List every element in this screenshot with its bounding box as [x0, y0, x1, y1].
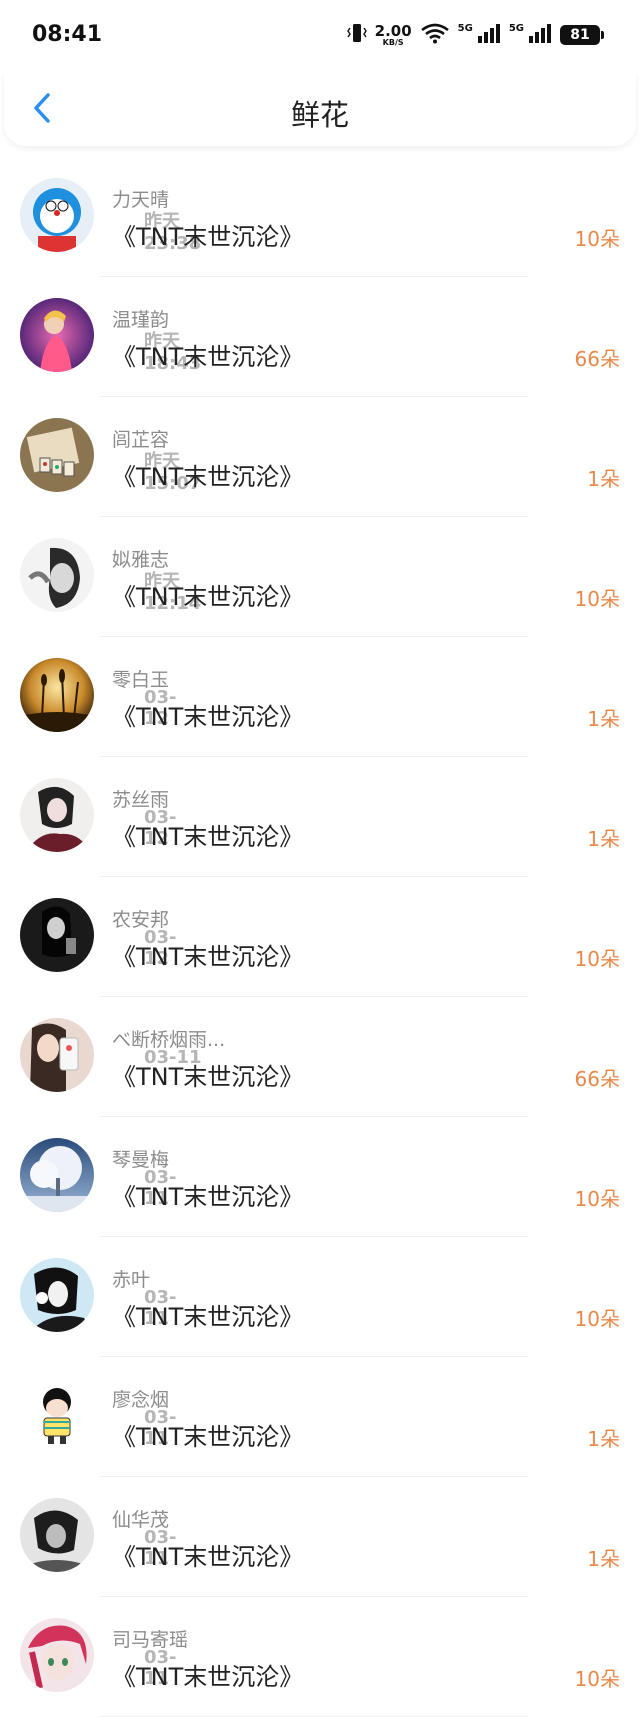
- flower-count: 66朵: [574, 347, 620, 371]
- book-title: 《TNT末世沉沦》: [112, 943, 304, 971]
- user-avatar[interactable]: [20, 1258, 94, 1332]
- status-bar: 08:41 2.00 KB/S 5G 5G 81: [0, 0, 640, 72]
- list-item[interactable]: 廖念烟 03-11 《TNT末世沉沦》 1朵: [0, 1357, 640, 1477]
- flower-count: 10朵: [574, 947, 620, 971]
- flower-count: 1朵: [587, 1427, 620, 1451]
- book-title: 《TNT末世沉沦》: [112, 1423, 304, 1451]
- book-title: 《TNT末世沉沦》: [112, 1063, 304, 1091]
- book-title: 《TNT末世沉沦》: [112, 343, 304, 371]
- list-item[interactable]: 闾芷容 昨天 15:07 《TNT末世沉沦》 1朵: [0, 397, 640, 517]
- signal-icon: [477, 22, 501, 48]
- list-item[interactable]: 司马寄瑶 03-11 《TNT末世沉沦》 10朵: [0, 1597, 640, 1717]
- book-title: 《TNT末世沉沦》: [112, 583, 304, 611]
- flower-count: 10朵: [574, 1307, 620, 1331]
- vibrate-icon: [346, 22, 367, 48]
- book-title: 《TNT末世沉沦》: [112, 463, 304, 491]
- flower-count: 1朵: [587, 1547, 620, 1571]
- list-item[interactable]: 姒雅志 昨天 12:14 《TNT末世沉沦》 10朵: [0, 517, 640, 637]
- book-title: 《TNT末世沉沦》: [112, 823, 304, 851]
- flower-count: 10朵: [574, 587, 620, 611]
- flower-gift-list: 力天晴 昨天 23:38 《TNT末世沉沦》 10朵 温瑾韵 昨天 18:43 …: [0, 157, 640, 1717]
- user-avatar[interactable]: [20, 298, 94, 372]
- network-speed-value: 2.00: [374, 21, 412, 40]
- flower-count: 1朵: [587, 707, 620, 731]
- list-item[interactable]: 苏丝雨 03-12 《TNT末世沉沦》 1朵: [0, 757, 640, 877]
- user-avatar[interactable]: [20, 1018, 94, 1092]
- status-time: 08:41: [32, 22, 103, 47]
- user-avatar[interactable]: [20, 898, 94, 972]
- list-item[interactable]: 赤叶 03-11 《TNT末世沉沦》 10朵: [0, 1237, 640, 1357]
- flower-count: 1朵: [587, 827, 620, 851]
- user-avatar[interactable]: [20, 1498, 94, 1572]
- book-title: 《TNT末世沉沦》: [112, 223, 304, 251]
- list-item[interactable]: 仙华茂 03-11 《TNT末世沉沦》 1朵: [0, 1477, 640, 1597]
- flower-count: 10朵: [574, 1667, 620, 1691]
- status-icons: 2.00 KB/S 5G 5G 81: [346, 21, 604, 48]
- list-item[interactable]: 零白玉 03-12 《TNT末世沉沦》 1朵: [0, 637, 640, 757]
- flower-count: 66朵: [574, 1067, 620, 1091]
- flower-count: 10朵: [574, 227, 620, 251]
- wifi-icon: [420, 22, 450, 48]
- user-avatar[interactable]: [20, 418, 94, 492]
- user-avatar[interactable]: [20, 1618, 94, 1692]
- network-type-1: 5G: [457, 22, 473, 34]
- user-avatar[interactable]: [20, 178, 94, 252]
- list-item[interactable]: 力天晴 昨天 23:38 《TNT末世沉沦》 10朵: [0, 157, 640, 277]
- battery-icon: 81: [560, 25, 604, 45]
- network-speed: 2.00 KB/S: [374, 21, 412, 47]
- book-title: 《TNT末世沉沦》: [112, 1303, 304, 1331]
- user-avatar[interactable]: [20, 1378, 94, 1452]
- flower-count: 1朵: [587, 467, 620, 491]
- user-avatar[interactable]: [20, 778, 94, 852]
- flower-count: 10朵: [574, 1187, 620, 1211]
- book-title: 《TNT末世沉沦》: [112, 1663, 304, 1691]
- list-item[interactable]: 琴曼梅 03-11 《TNT末世沉沦》 10朵: [0, 1117, 640, 1237]
- book-title: 《TNT末世沉沦》: [112, 1183, 304, 1211]
- battery-level: 81: [570, 27, 590, 43]
- user-avatar[interactable]: [20, 658, 94, 732]
- signal-icon-2: [528, 22, 552, 48]
- navigation-bar: 鲜花: [4, 72, 636, 146]
- user-avatar[interactable]: [20, 538, 94, 612]
- page-title: 鲜花: [290, 98, 349, 132]
- network-speed-unit: KB/S: [382, 37, 404, 47]
- book-title: 《TNT末世沉沦》: [112, 1543, 304, 1571]
- network-type-2: 5G: [508, 22, 524, 34]
- list-item[interactable]: べ断桥烟雨... 03-11 《TNT末世沉沦》 66朵: [0, 997, 640, 1117]
- user-avatar[interactable]: [20, 1138, 94, 1212]
- book-title: 《TNT末世沉沦》: [112, 703, 304, 731]
- list-item[interactable]: 农安邦 03-12 《TNT末世沉沦》 10朵: [0, 877, 640, 997]
- list-item[interactable]: 温瑾韵 昨天 18:43 《TNT末世沉沦》 66朵: [0, 277, 640, 397]
